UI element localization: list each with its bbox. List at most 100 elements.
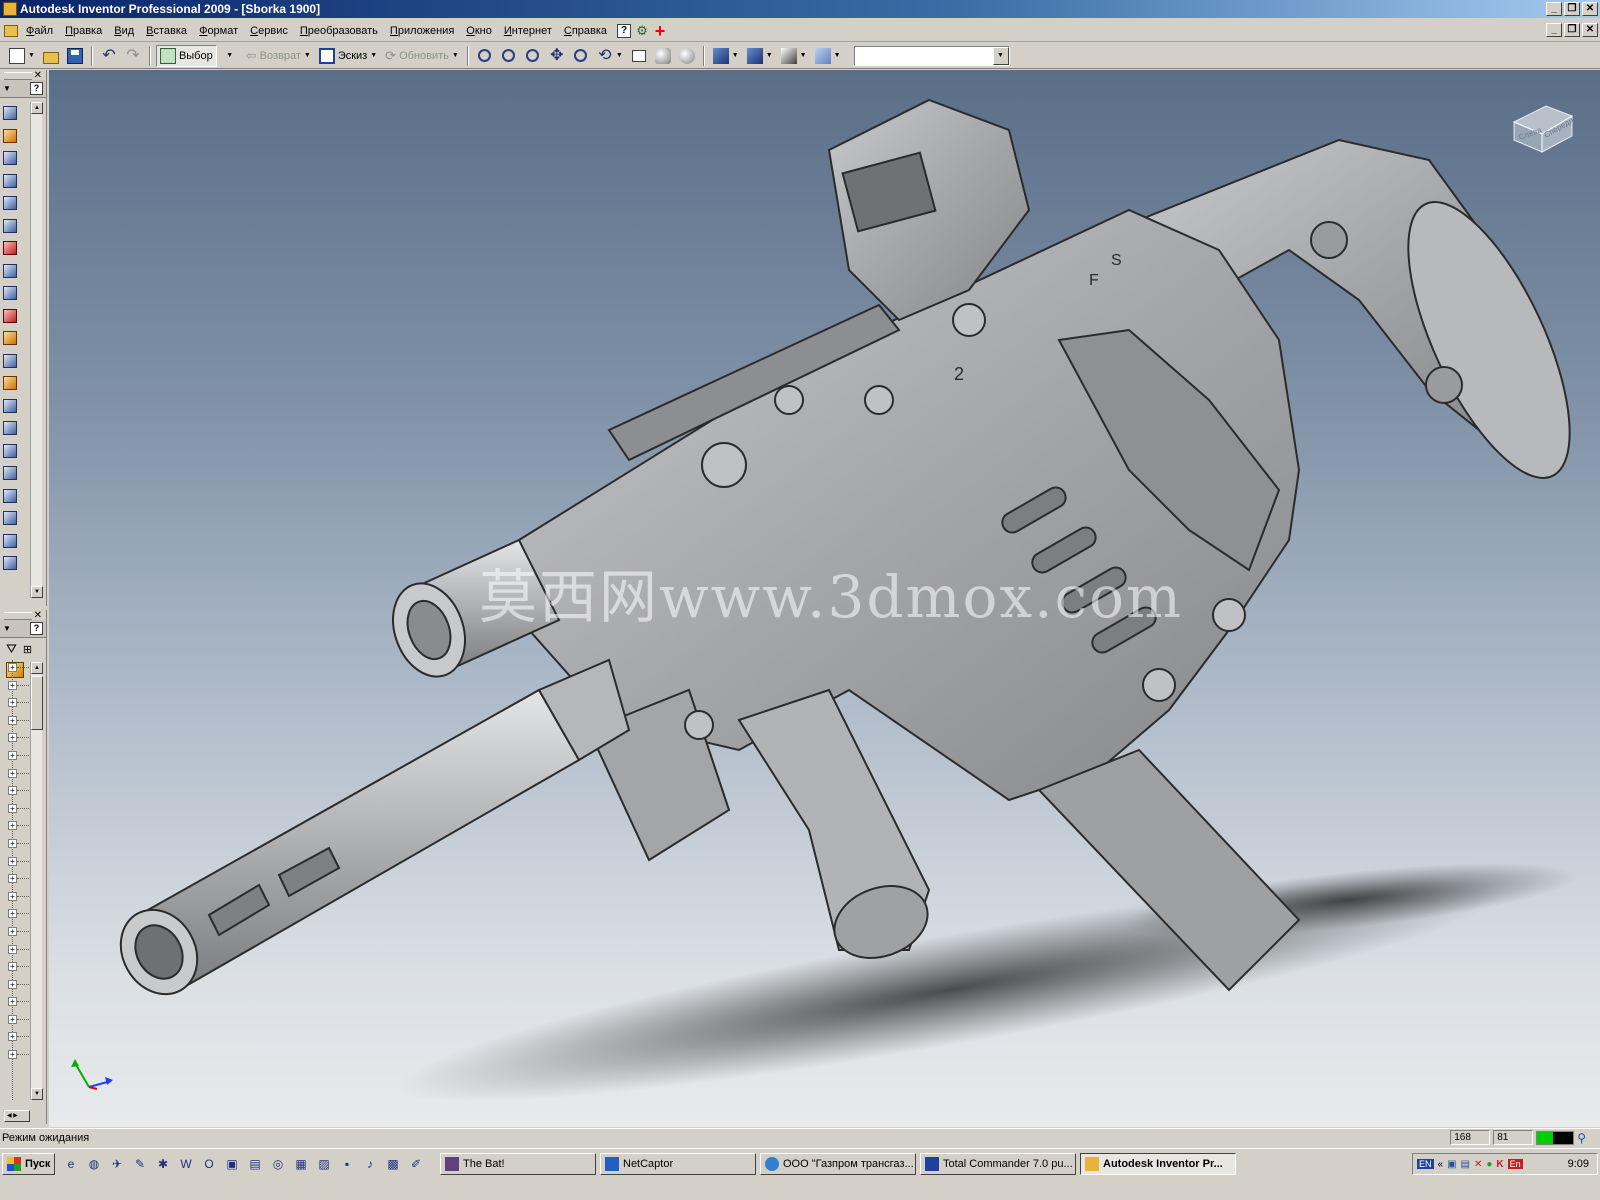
- document-menu-icon[interactable]: [4, 24, 18, 37]
- browser-close-icon[interactable]: ✕: [34, 610, 42, 621]
- panel-tool-item[interactable]: [3, 440, 31, 463]
- browser-scrollbar[interactable]: ▲ ▼: [30, 662, 43, 1100]
- red-plus-icon[interactable]: +: [653, 22, 667, 40]
- expand-node-icon[interactable]: +: [8, 803, 17, 813]
- expand-node-icon[interactable]: +: [8, 1032, 17, 1042]
- redo-button[interactable]: ↷: [122, 45, 144, 67]
- document-icon[interactable]: ▤: [246, 1155, 264, 1173]
- open-button[interactable]: [40, 45, 62, 67]
- tray-network-icon[interactable]: ▣: [1447, 1159, 1456, 1170]
- pen-icon[interactable]: ✎: [131, 1155, 149, 1173]
- menu-applications[interactable]: Приложения: [384, 20, 460, 42]
- expand-node-icon[interactable]: +: [8, 838, 17, 848]
- menu-window[interactable]: Окно: [460, 20, 498, 42]
- expand-node-icon[interactable]: +: [8, 821, 17, 831]
- task-gazprom[interactable]: ООО "Газпром трансгаз...: [760, 1153, 916, 1175]
- panel-tool-item[interactable]: [3, 462, 31, 485]
- panel-help-icon[interactable]: ?: [30, 82, 43, 95]
- zoom-button[interactable]: [522, 45, 544, 67]
- panel-tool-item[interactable]: [3, 327, 31, 350]
- zoom-window-button[interactable]: [498, 45, 520, 67]
- keyboard-layout-indicator[interactable]: En: [1507, 1159, 1523, 1169]
- expand-node-icon[interactable]: +: [8, 768, 17, 778]
- save-button[interactable]: [64, 45, 86, 67]
- browser-scroll-thumb[interactable]: [31, 676, 43, 730]
- panel-tool-item[interactable]: [3, 395, 31, 418]
- expand-node-icon[interactable]: +: [8, 698, 17, 708]
- panel-tool-item[interactable]: [3, 552, 31, 575]
- panel-tool-item[interactable]: [3, 170, 31, 193]
- tray-monitor-icon[interactable]: ▤: [1461, 1159, 1470, 1170]
- netcaptor-icon[interactable]: ✈: [108, 1155, 126, 1173]
- panel-grip[interactable]: [4, 72, 32, 80]
- browser-help-icon[interactable]: ?: [30, 622, 43, 635]
- zoom-selected-button[interactable]: [570, 45, 592, 67]
- expand-node-icon[interactable]: +: [8, 786, 17, 796]
- browser-menu-icon[interactable]: ▼: [3, 624, 11, 633]
- menu-edit[interactable]: Правка: [59, 20, 108, 42]
- restore-button[interactable]: ❐: [1564, 2, 1580, 16]
- browser-grip[interactable]: [4, 612, 32, 620]
- task-the-bat[interactable]: The Bat!: [440, 1153, 596, 1175]
- panel-close-icon[interactable]: ✕: [34, 70, 42, 81]
- status-help-icon[interactable]: ⚲: [1577, 1131, 1586, 1145]
- language-indicator[interactable]: EN: [1417, 1159, 1434, 1169]
- look-at-button[interactable]: [628, 45, 650, 67]
- display-mode-button[interactable]: ▼: [710, 45, 742, 67]
- task-netcaptor[interactable]: NetCaptor: [600, 1153, 756, 1175]
- expand-node-icon[interactable]: +: [8, 891, 17, 901]
- expand-node-icon[interactable]: +: [8, 715, 17, 725]
- expand-node-icon[interactable]: +: [8, 750, 17, 760]
- panel-tool-item[interactable]: [3, 417, 31, 440]
- new-button[interactable]: ▼: [6, 45, 38, 67]
- disk-icon[interactable]: ▪: [338, 1155, 356, 1173]
- select-dropdown[interactable]: ▼: [219, 45, 241, 67]
- browser-scroll-down-icon[interactable]: ▼: [31, 1088, 43, 1100]
- expand-node-icon[interactable]: +: [8, 733, 17, 743]
- tray-antivirus-icon[interactable]: ✕: [1474, 1159, 1482, 1170]
- select-button[interactable]: Выбор: [155, 44, 217, 67]
- expand-node-icon[interactable]: +: [8, 856, 17, 866]
- viewcube[interactable]: Слева Спереди: [1508, 98, 1578, 154]
- expand-node-icon[interactable]: +: [8, 1014, 17, 1024]
- panel-tool-item[interactable]: [3, 237, 31, 260]
- panel-tool-item[interactable]: [3, 147, 31, 170]
- folder-icon[interactable]: ▣: [223, 1155, 241, 1173]
- tray-kaspersky-icon[interactable]: K: [1496, 1159, 1503, 1170]
- ie-icon[interactable]: e: [62, 1155, 80, 1173]
- menu-help[interactable]: Справка: [558, 20, 613, 42]
- bat-icon[interactable]: ✱: [154, 1155, 172, 1173]
- scroll-down-icon[interactable]: ▼: [31, 586, 43, 598]
- minimize-button[interactable]: _: [1546, 2, 1562, 16]
- doc-minimize-button[interactable]: _: [1546, 23, 1562, 37]
- home-view-button[interactable]: [676, 45, 698, 67]
- panel-tool-item[interactable]: [3, 305, 31, 328]
- menu-internet[interactable]: Интернет: [498, 20, 558, 42]
- panel-tool-item[interactable]: [3, 125, 31, 148]
- panel-tool-item[interactable]: [3, 350, 31, 373]
- start-button[interactable]: Пуск: [2, 1153, 56, 1175]
- expand-node-icon[interactable]: +: [8, 680, 17, 690]
- expand-node-icon[interactable]: +: [8, 962, 17, 972]
- scroll-up-icon[interactable]: ▲: [31, 102, 43, 114]
- help-icon[interactable]: ?: [617, 23, 632, 38]
- menu-insert[interactable]: Вставка: [140, 20, 193, 42]
- panel-scrollbar[interactable]: ▲ ▼: [30, 102, 43, 598]
- filter-icon[interactable]: ⛛: [6, 641, 17, 657]
- menu-format[interactable]: Формат: [193, 20, 244, 42]
- panel-tool-item[interactable]: [3, 282, 31, 305]
- tray-status-icon[interactable]: ●: [1486, 1159, 1492, 1170]
- panel-tool-item[interactable]: [3, 485, 31, 508]
- task-autodesk-inventor[interactable]: Autodesk Inventor Pr...: [1080, 1153, 1236, 1175]
- update-button[interactable]: ⟳ Обновить ▼: [382, 45, 462, 67]
- browser-hscroll[interactable]: ◀ ▶: [4, 1110, 30, 1122]
- panel-tool-item[interactable]: [3, 260, 31, 283]
- panel-tool-item[interactable]: [3, 372, 31, 395]
- task-total-commander[interactable]: Total Commander 7.0 pu...: [920, 1153, 1076, 1175]
- expand-node-icon[interactable]: +: [8, 944, 17, 954]
- undo-button[interactable]: ↶: [98, 45, 120, 67]
- image-icon[interactable]: ▨: [315, 1155, 333, 1173]
- expand-node-icon[interactable]: +: [8, 926, 17, 936]
- panel-tool-item[interactable]: [3, 192, 31, 215]
- expand-node-icon[interactable]: +: [8, 979, 17, 989]
